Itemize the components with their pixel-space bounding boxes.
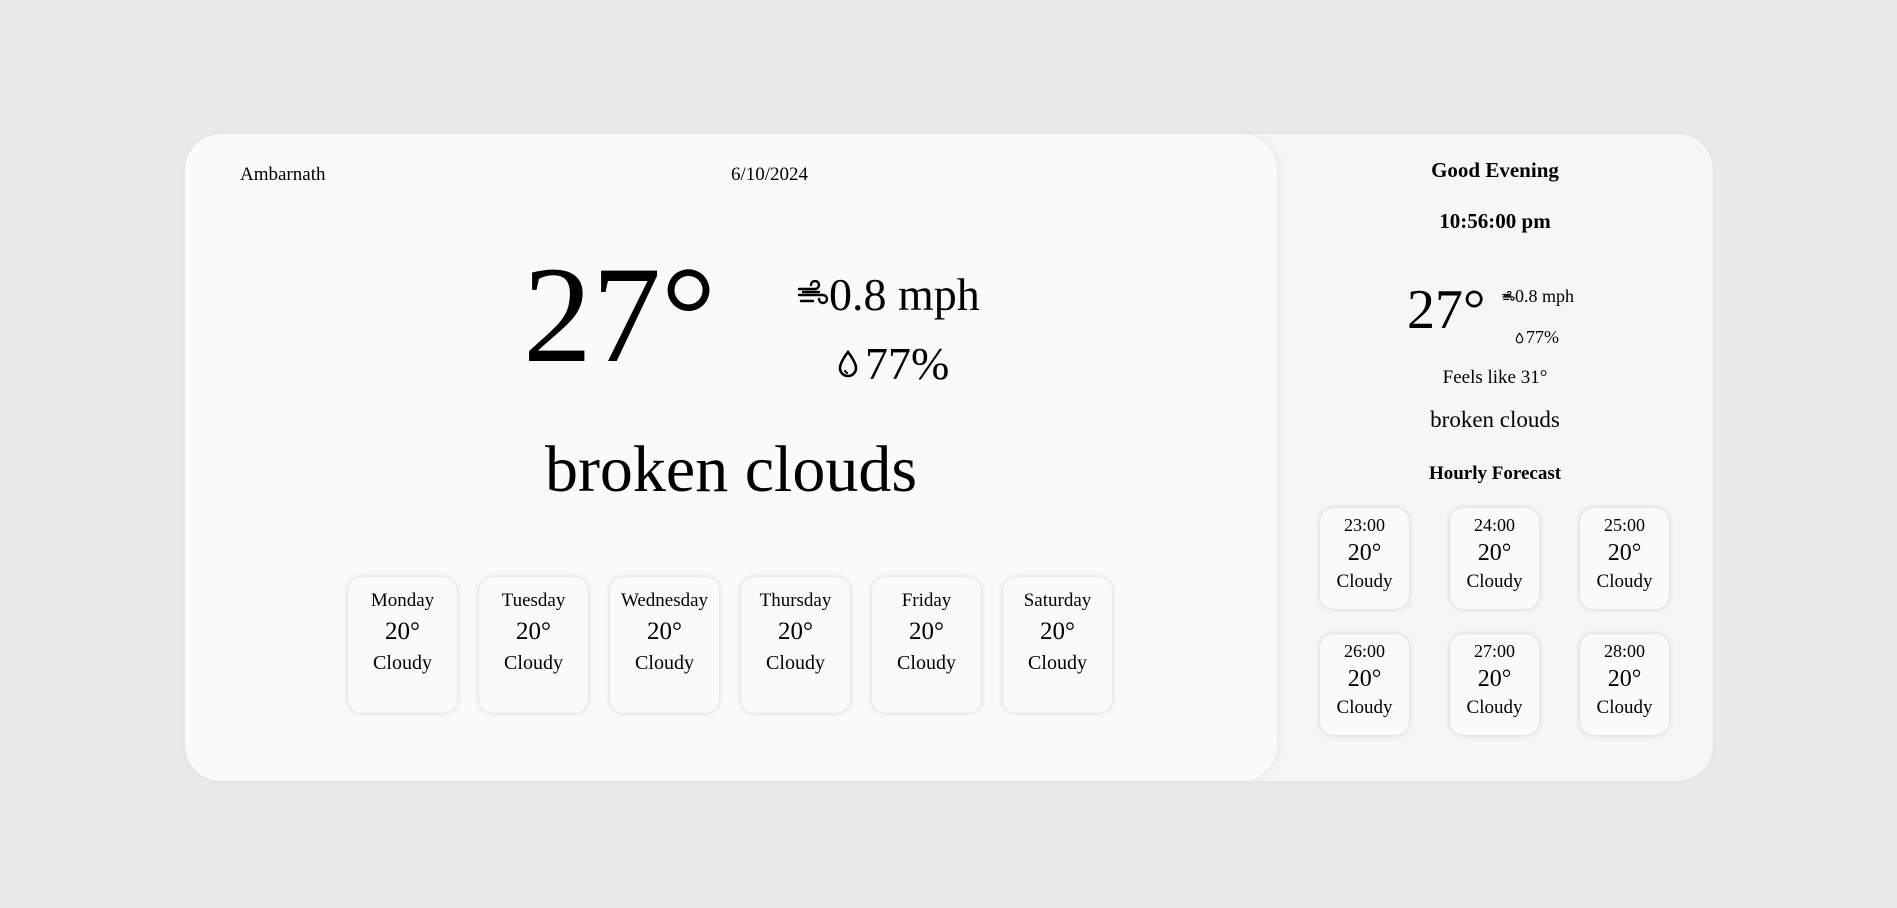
forecast-day-temp: 20° bbox=[385, 618, 420, 645]
hourly-desc: Cloudy bbox=[1466, 697, 1523, 718]
hourly-card: 26:00 20° Cloudy bbox=[1320, 634, 1409, 735]
forecast-day-desc: Cloudy bbox=[1028, 652, 1087, 674]
wind-icon bbox=[1502, 290, 1515, 303]
feels-like: Feels like 31° bbox=[1442, 367, 1548, 388]
hourly-temp: 20° bbox=[1477, 540, 1512, 566]
current-temperature: 27° bbox=[523, 238, 717, 391]
forecast-day-name: Tuesday bbox=[501, 590, 566, 611]
hourly-desc: Cloudy bbox=[1336, 571, 1393, 592]
side-weather-description: broken clouds bbox=[1430, 407, 1560, 432]
hourly-card: 24:00 20° Cloudy bbox=[1450, 508, 1539, 609]
city-name: Ambarnath bbox=[240, 164, 326, 185]
hourly-forecast: 23:00 20° Cloudy 24:00 20° Cloudy 25:00 … bbox=[1320, 508, 1669, 735]
hourly-card: 25:00 20° Cloudy bbox=[1580, 508, 1669, 609]
current-time: 10:56:00 pm bbox=[1439, 209, 1551, 233]
hourly-desc: Cloudy bbox=[1596, 697, 1653, 718]
forecast-day-card: Friday 20° Cloudy bbox=[872, 577, 981, 713]
main-weather-panel: Ambarnath 6/10/2024 27° 0.8 mph 77% brok… bbox=[185, 134, 1277, 781]
hourly-desc: Cloudy bbox=[1466, 571, 1523, 592]
hourly-temp: 20° bbox=[1347, 540, 1382, 566]
forecast-day-temp: 20° bbox=[909, 618, 944, 645]
forecast-day-card: Tuesday 20° Cloudy bbox=[479, 577, 588, 713]
forecast-day-desc: Cloudy bbox=[766, 652, 825, 674]
forecast-day-card: Saturday 20° Cloudy bbox=[1003, 577, 1112, 713]
current-date: 6/10/2024 bbox=[731, 164, 809, 185]
greeting: Good Evening bbox=[1431, 158, 1559, 182]
hourly-time: 26:00 bbox=[1343, 641, 1385, 661]
forecast-day-temp: 20° bbox=[516, 618, 551, 645]
hourly-time: 25:00 bbox=[1603, 515, 1645, 535]
forecast-day-desc: Cloudy bbox=[373, 652, 432, 674]
side-panel: Good Evening 10:56:00 pm 27° 0.8 mph 77%… bbox=[1277, 134, 1713, 781]
weather-description: broken clouds bbox=[544, 433, 918, 506]
daily-forecast: Monday 20° Cloudy Tuesday 20° Cloudy Wed… bbox=[348, 577, 1112, 713]
forecast-day-name: Friday bbox=[901, 590, 952, 611]
humidity: 77% bbox=[837, 337, 949, 390]
droplet-icon bbox=[837, 349, 859, 379]
hourly-temp: 20° bbox=[1607, 540, 1642, 566]
wind-value: 0.8 mph bbox=[829, 269, 980, 320]
side-temperature: 27° bbox=[1407, 279, 1486, 341]
hourly-time: 23:00 bbox=[1343, 515, 1385, 535]
hourly-card: 23:00 20° Cloudy bbox=[1320, 508, 1409, 609]
side-humidity: 77% bbox=[1515, 327, 1559, 348]
forecast-day-desc: Cloudy bbox=[504, 652, 563, 674]
wind-icon bbox=[797, 279, 829, 310]
hourly-time: 28:00 bbox=[1603, 641, 1645, 661]
forecast-day-temp: 20° bbox=[1040, 618, 1075, 645]
hourly-card: 27:00 20° Cloudy bbox=[1450, 634, 1539, 735]
forecast-day-card: Thursday 20° Cloudy bbox=[741, 577, 850, 713]
droplet-icon bbox=[1515, 331, 1524, 344]
forecast-day-desc: Cloudy bbox=[635, 652, 694, 674]
side-wind-value: 0.8 mph bbox=[1515, 286, 1575, 306]
hourly-temp: 20° bbox=[1607, 666, 1642, 692]
side-humidity-value: 77% bbox=[1526, 327, 1559, 347]
forecast-day-name: Saturday bbox=[1023, 590, 1092, 611]
forecast-day-name: Monday bbox=[370, 590, 435, 611]
hourly-temp: 20° bbox=[1477, 666, 1512, 692]
wind-speed: 0.8 mph bbox=[797, 268, 980, 321]
forecast-day-name: Thursday bbox=[759, 590, 832, 611]
forecast-day-name: Wednesday bbox=[620, 590, 709, 611]
forecast-day-desc: Cloudy bbox=[897, 652, 956, 674]
hourly-desc: Cloudy bbox=[1336, 697, 1393, 718]
side-wind-speed: 0.8 mph bbox=[1502, 286, 1574, 307]
forecast-day-card: Monday 20° Cloudy bbox=[348, 577, 457, 713]
humidity-value: 77% bbox=[865, 338, 950, 389]
hourly-card: 28:00 20° Cloudy bbox=[1580, 634, 1669, 735]
weather-card: Ambarnath 6/10/2024 27° 0.8 mph 77% brok… bbox=[185, 134, 1713, 781]
hourly-forecast-title: Hourly Forecast bbox=[1428, 463, 1562, 484]
hourly-desc: Cloudy bbox=[1596, 571, 1653, 592]
forecast-day-card: Wednesday 20° Cloudy bbox=[610, 577, 719, 713]
forecast-day-temp: 20° bbox=[647, 618, 682, 645]
forecast-day-temp: 20° bbox=[778, 618, 813, 645]
hourly-time: 27:00 bbox=[1473, 641, 1515, 661]
hourly-time: 24:00 bbox=[1473, 515, 1515, 535]
hourly-temp: 20° bbox=[1347, 666, 1382, 692]
